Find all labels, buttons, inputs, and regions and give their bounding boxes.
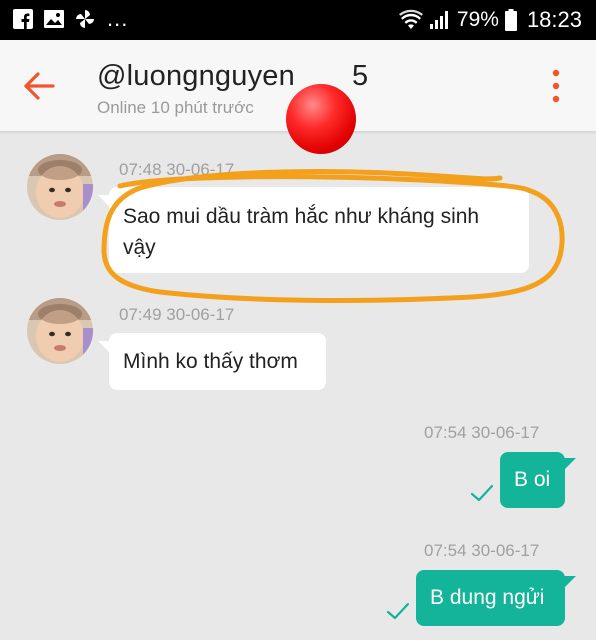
message-timestamp: 07:48 30-06-17 — [119, 160, 235, 179]
incoming-message-bubble[interactable]: Sao mui dầu tràm hắc như kháng sinh vậy — [98, 187, 529, 273]
chat-header: @luongnguyen 5 Online 10 phút trước — [0, 40, 596, 154]
message-line: Sao mui dầu tràm hắc như kháng sinh — [123, 205, 480, 228]
message-timestamp: 07:54 30-06-17 — [424, 541, 540, 560]
contact-avatar[interactable] — [27, 298, 93, 364]
status-bar: ... 79% 18:23 — [0, 0, 596, 40]
more-notifications: ... — [107, 6, 129, 31]
facebook-icon — [13, 9, 33, 29]
message-line: B oi — [514, 468, 551, 491]
battery-percent: 79% — [456, 8, 499, 31]
clock: 18:23 — [526, 7, 582, 32]
online-status: Online 10 phút trước — [97, 98, 254, 117]
gallery-icon — [44, 10, 64, 28]
read-check-icon — [386, 602, 410, 620]
contact-name: @luongnguyen — [97, 60, 295, 92]
signal-icon — [429, 11, 448, 29]
message-timestamp: 07:49 30-06-17 — [119, 305, 235, 324]
pinwheel-icon — [76, 10, 94, 28]
message-timestamp: 07:54 30-06-17 — [424, 423, 540, 442]
message-line: B dung ngửi — [430, 586, 545, 609]
contact-avatar[interactable] — [27, 154, 93, 220]
back-arrow-icon[interactable] — [22, 70, 56, 102]
message-line: Mình ko thấy thơm — [123, 350, 298, 373]
outgoing-message-bubble[interactable]: B oi — [500, 452, 576, 508]
battery-icon — [504, 9, 517, 31]
message-line: vậy — [123, 236, 156, 259]
incoming-message-bubble[interactable]: Mình ko thấy thơm — [98, 333, 326, 390]
redaction-circle — [286, 84, 356, 154]
more-vert-icon[interactable] — [550, 68, 562, 104]
wifi-icon — [398, 9, 423, 29]
outgoing-message-bubble[interactable]: B dung ngửi — [416, 570, 576, 626]
contact-name-suffix: 5 — [352, 60, 369, 92]
read-check-icon — [470, 484, 494, 502]
